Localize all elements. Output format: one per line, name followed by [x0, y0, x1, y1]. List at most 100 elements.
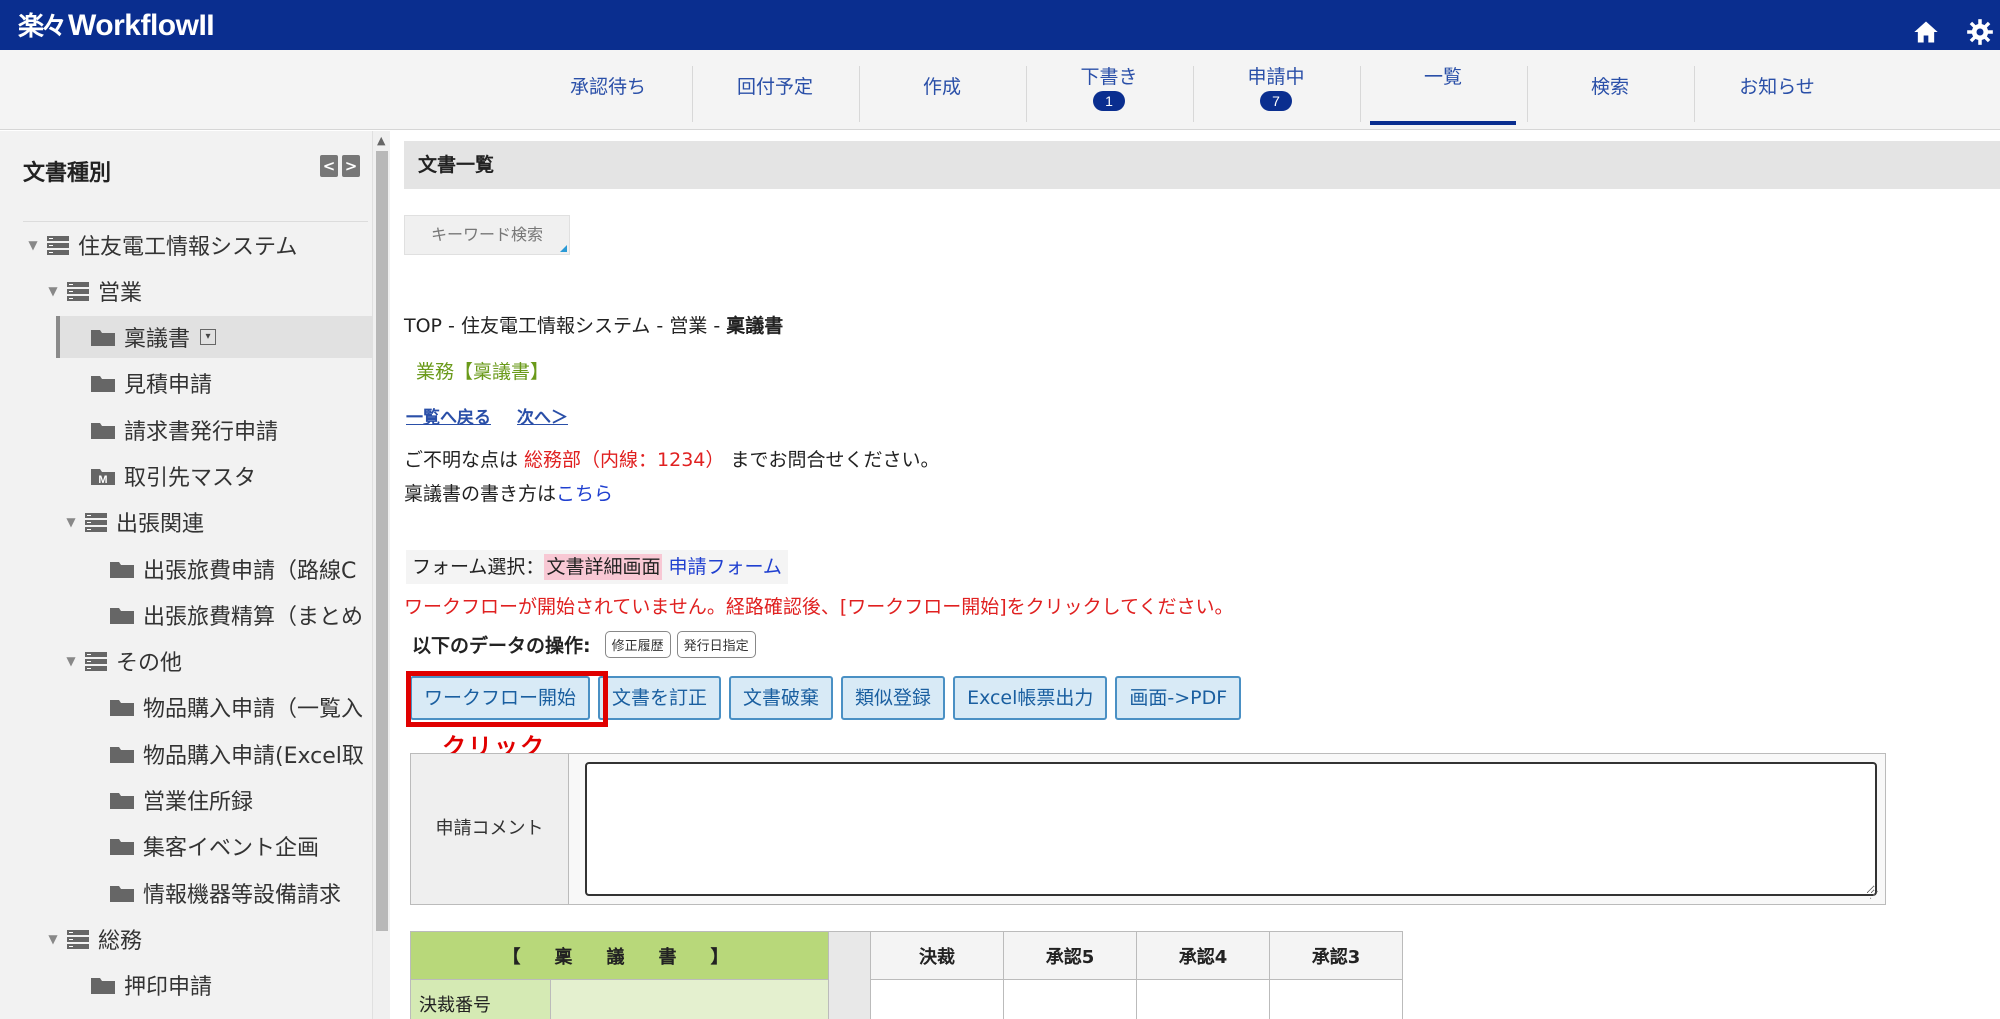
howto-prefix: 稟議書の書き方は: [404, 483, 557, 505]
back-to-list-link[interactable]: 一覧へ戻る: [406, 408, 491, 428]
sidebar-scrollbar[interactable]: ▲: [372, 131, 390, 1019]
tree-group-travel[interactable]: ▼ 出張関連: [64, 501, 204, 543]
sidebar-title: 文書種別: [23, 161, 112, 186]
tree-item-travel-request[interactable]: 出張旅費申請（路線C: [109, 548, 356, 590]
document-type-sidebar: 文書種別 < > ▼ 住友電工情報システム ▼ 営業 稟議書 ▾ 見積申請 請求…: [0, 131, 372, 1019]
folder-icon: [110, 608, 134, 624]
howto-info: 稟議書の書き方はこちら: [404, 479, 613, 506]
folder-icon: [110, 747, 134, 763]
page-title: 文書一覧: [404, 141, 2000, 189]
chevron-left-icon[interactable]: <: [320, 155, 338, 177]
excel-export-button[interactable]: Excel帳票出力: [953, 676, 1108, 720]
tab-search[interactable]: 検索: [1527, 58, 1693, 122]
tab-label: 回付予定: [736, 76, 813, 98]
form-title: 【 稟 議 書 】: [410, 931, 829, 980]
folder-icon: [91, 978, 115, 994]
keyword-search-button[interactable]: キーワード検索: [404, 215, 570, 255]
tree-label: 出張旅費精算（まとめ: [143, 605, 364, 630]
stamp-cell: [1136, 979, 1270, 1019]
tree-item-purchase-excel[interactable]: 物品購入申請(Excel取: [109, 733, 364, 775]
dropdown-icon[interactable]: ▾: [200, 329, 217, 345]
form-application-link[interactable]: 申請フォーム: [668, 556, 781, 578]
caret-down-icon[interactable]: ▼: [26, 238, 40, 252]
tab-drafts[interactable]: 下書き 1: [1026, 58, 1192, 122]
sidebar-divider: [23, 221, 368, 222]
tree-label: 住友電工情報システム: [78, 235, 298, 260]
tree-item-travel-settlement[interactable]: 出張旅費精算（まとめ: [109, 594, 363, 636]
caret-down-icon[interactable]: ▼: [64, 515, 78, 529]
tree-label: 物品購入申請(Excel取: [143, 744, 364, 769]
tree-group-sei-is[interactable]: ▼ 住友電工情報システム: [26, 224, 297, 266]
screen-to-pdf-button[interactable]: 画面->PDF: [1115, 676, 1242, 720]
logo-text: WorkflowII: [68, 9, 215, 42]
tab-label: 一覧: [1423, 66, 1462, 88]
scrollbar-thumb[interactable]: [376, 151, 388, 931]
tree-label: 集客イベント企画: [143, 836, 320, 861]
pager-links: 一覧へ戻る 次へ＞: [406, 403, 594, 428]
click-highlight-frame: [406, 671, 608, 727]
gear-icon[interactable]: [1966, 18, 1994, 46]
contact-suffix: までお問合せください。: [724, 449, 940, 471]
tree-group-other[interactable]: ▼ その他: [64, 640, 182, 682]
tab-in-progress[interactable]: 申請中 7: [1193, 58, 1359, 122]
form-detail-view[interactable]: 文書詳細画面: [544, 554, 663, 580]
tree-label: 総務: [98, 929, 143, 954]
tree-label: 見積申請: [124, 373, 213, 398]
next-link[interactable]: 次へ＞: [517, 408, 568, 428]
scroll-up-icon[interactable]: ▲: [377, 134, 385, 147]
tree-item-it-equipment[interactable]: 情報機器等設備請求: [109, 872, 341, 914]
tree-label: 取引先マスタ: [124, 466, 257, 491]
tab-label: 承認待ち: [569, 76, 646, 98]
chevron-right-icon[interactable]: >: [342, 155, 360, 177]
comment-textarea[interactable]: [585, 762, 1877, 896]
group-icon: [85, 652, 107, 671]
tab-label: 検索: [1590, 76, 1629, 98]
howto-link[interactable]: こちら: [556, 483, 613, 505]
caret-down-icon[interactable]: ▼: [46, 284, 60, 298]
tab-scheduled[interactable]: 回付予定: [692, 58, 858, 122]
folder-icon: [110, 700, 134, 716]
tree-item-invoice[interactable]: 請求書発行申請: [90, 409, 278, 451]
active-tab-indicator: [1370, 121, 1516, 125]
tree-item-seal-request[interactable]: 押印申請: [90, 964, 212, 1006]
caret-down-icon[interactable]: ▼: [64, 654, 78, 668]
revision-history-button[interactable]: 修正履歴: [604, 631, 671, 658]
tree-label: 情報機器等設備請求: [143, 883, 342, 908]
tree-item-estimate[interactable]: 見積申請: [90, 362, 212, 404]
tree-item-purchase-list[interactable]: 物品購入申請（一覧入: [109, 686, 363, 728]
tab-pending-approval[interactable]: 承認待ち: [525, 58, 691, 122]
tree-label: 稟議書: [124, 327, 191, 352]
tree-group-general-affairs[interactable]: ▼ 総務: [46, 918, 142, 960]
breadcrumb-current: 稟議書: [726, 315, 784, 337]
col-final-approval: 決裁: [870, 931, 1004, 980]
business-title: 業務【稟議書】: [416, 361, 550, 383]
caret-down-icon[interactable]: ▼: [46, 932, 60, 946]
tab-create[interactable]: 作成: [859, 58, 1025, 122]
tree-item-address-book[interactable]: 営業住所録: [109, 779, 253, 821]
app-header: 楽々 WorkflowII: [0, 0, 2000, 50]
tab-notices[interactable]: お知らせ: [1694, 58, 1860, 122]
tree-item-client-master[interactable]: M 取引先マスタ: [90, 455, 256, 497]
home-icon[interactable]: [1912, 18, 1940, 46]
tab-list[interactable]: 一覧: [1360, 58, 1526, 125]
application-comment-section: 申請コメント ⋰: [410, 753, 1886, 905]
tree-label: 営業: [98, 281, 143, 306]
tree-group-sales[interactable]: ▼ 営業: [46, 270, 142, 312]
folder-icon: [91, 376, 115, 392]
logo-mark: 楽々: [18, 12, 67, 42]
similar-register-button[interactable]: 類似登録: [841, 676, 946, 720]
main-nav: 承認待ち 回付予定 作成 下書き 1 申請中 7 一覧 検索 お知らせ: [0, 50, 2000, 130]
col-approval-3: 承認3: [1269, 931, 1403, 980]
group-icon: [67, 282, 89, 301]
correct-document-button[interactable]: 文書を訂正: [598, 676, 722, 720]
issue-date-button[interactable]: 発行日指定: [676, 631, 756, 658]
corner-marker-icon: [560, 245, 567, 252]
resize-handle-icon[interactable]: ⋰: [1869, 890, 1883, 903]
app-logo[interactable]: 楽々 WorkflowII: [18, 6, 215, 43]
group-icon: [67, 930, 89, 949]
form-selector: フォーム選択： 文書詳細画面 申請フォーム: [406, 550, 788, 584]
discard-document-button[interactable]: 文書破棄: [729, 676, 834, 720]
tree-item-ringi[interactable]: 稟議書 ▾: [56, 316, 372, 358]
main-content: 文書一覧 キーワード検索 TOP - 住友電工情報システム - 営業 - 稟議書…: [404, 131, 2000, 1019]
tree-item-event-plan[interactable]: 集客イベント企画: [109, 825, 319, 867]
